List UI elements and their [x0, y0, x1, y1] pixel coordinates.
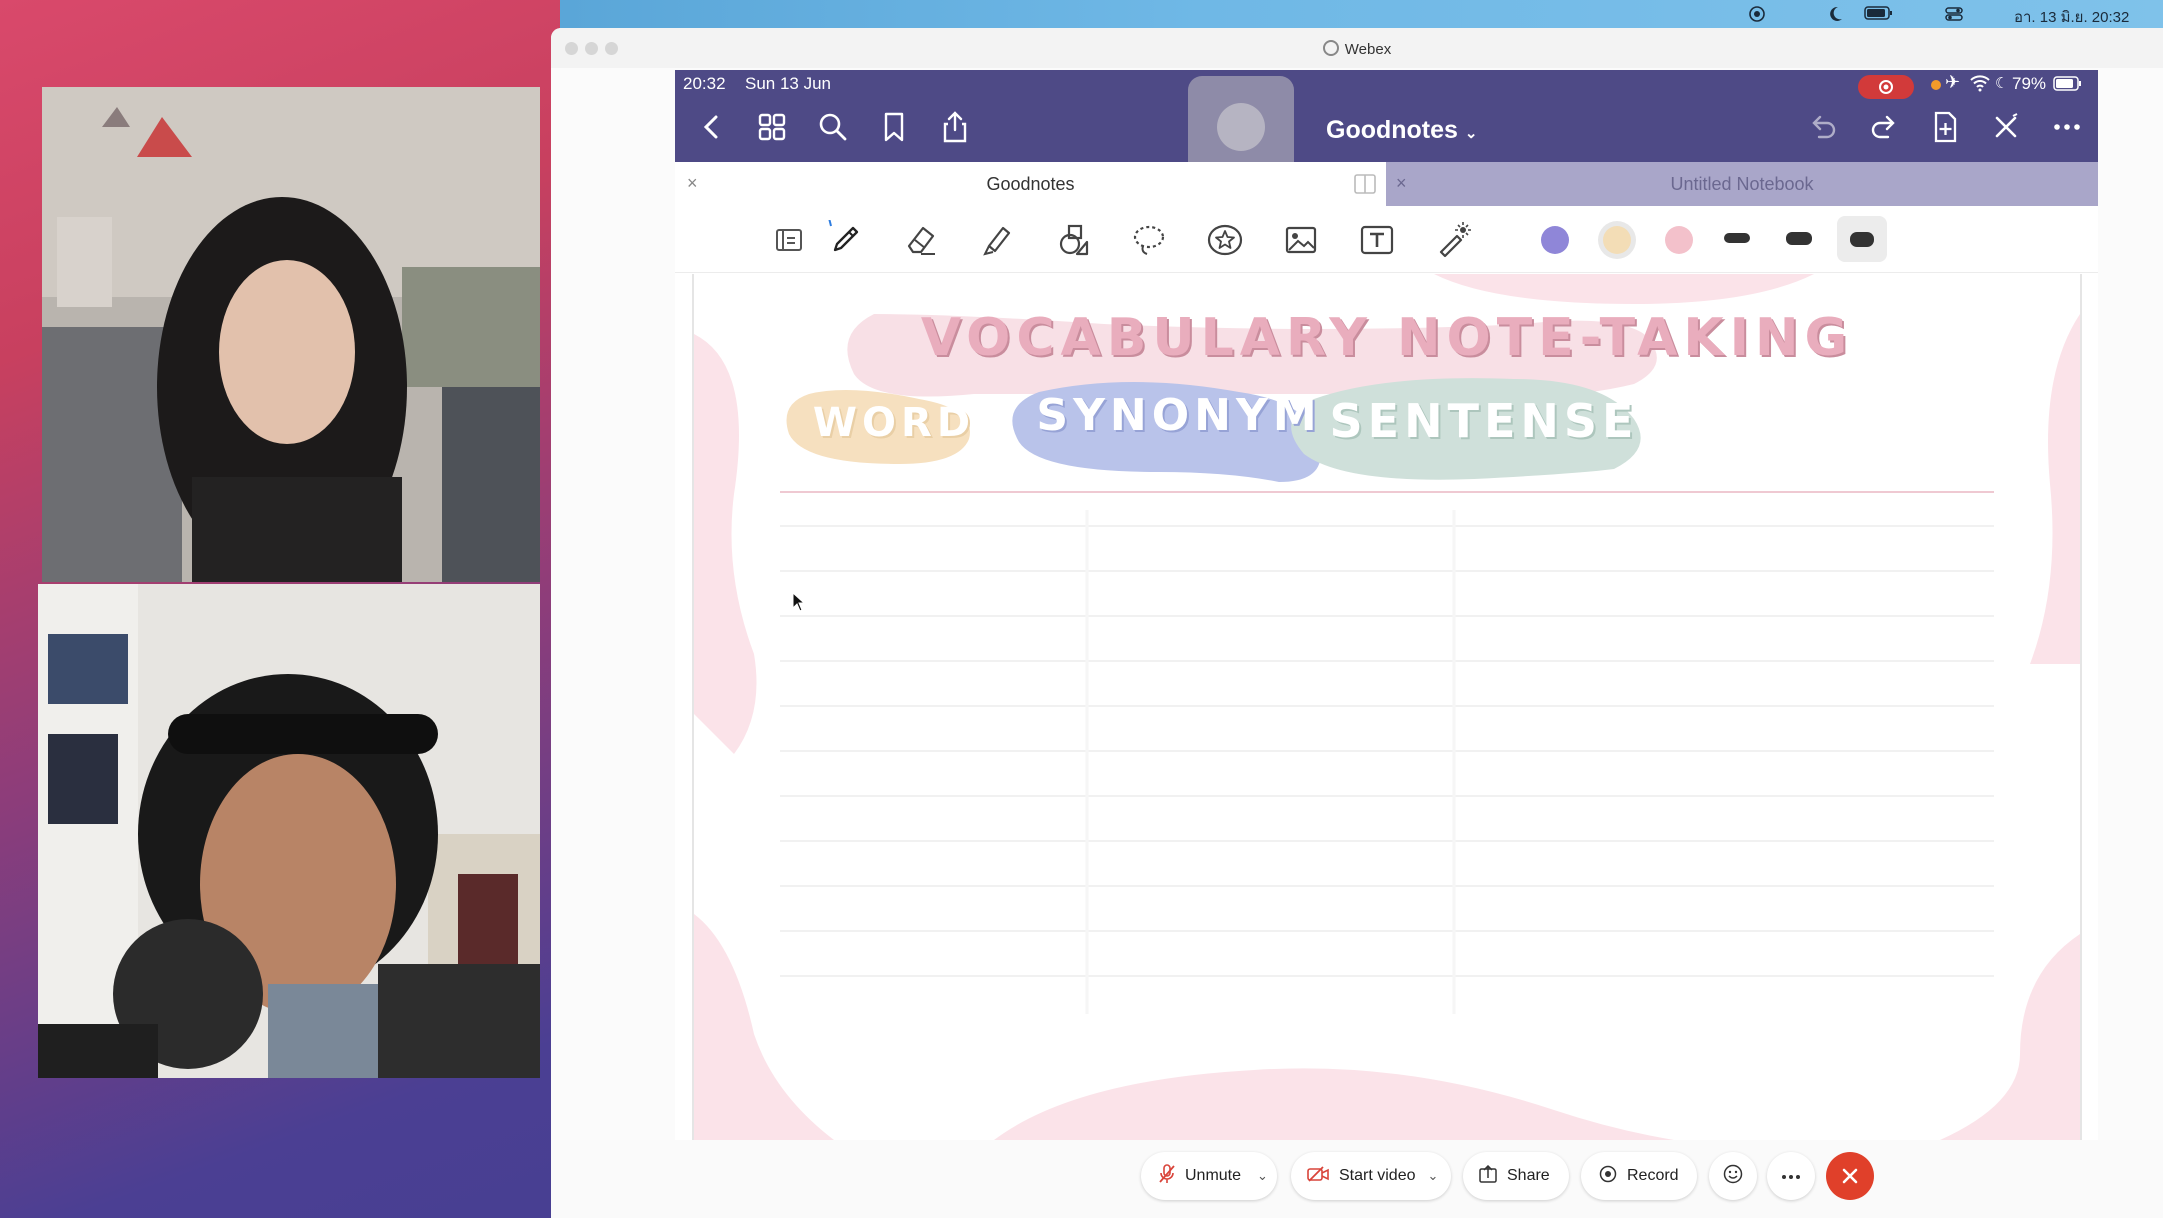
- ipad-status-time: 20:32: [683, 74, 726, 93]
- stroke-width-thick-selected[interactable]: [1837, 216, 1887, 262]
- column-header-word: WORD: [812, 400, 976, 446]
- unmute-options-chevron-icon[interactable]: ⌄: [1257, 1168, 1268, 1184]
- highlighter-tool-icon[interactable]: [977, 220, 1017, 260]
- search-icon[interactable]: [816, 110, 850, 144]
- ellipsis-icon: [1781, 1167, 1801, 1185]
- drawing-toolbar: [675, 206, 2098, 273]
- tab-untitled-notebook[interactable]: × Untitled Notebook: [1386, 162, 2098, 206]
- column-header-synonym: SYNONYM: [1036, 390, 1322, 441]
- smiley-icon: [1723, 1164, 1743, 1189]
- airplane-icon: ✈: [1945, 72, 1961, 92]
- muted-mic-icon: [1159, 1163, 1175, 1189]
- participant-1-scene: [42, 87, 540, 582]
- chevron-down-icon: ⌄: [1464, 125, 1478, 142]
- tab-goodnotes[interactable]: × Goodnotes: [675, 162, 1386, 206]
- more-options-button[interactable]: [1767, 1152, 1815, 1200]
- read-only-mode-icon[interactable]: [769, 220, 809, 260]
- unmute-label: Unmute: [1185, 1167, 1242, 1184]
- elements-sticker-icon[interactable]: [1205, 220, 1245, 260]
- stroke-width-medium[interactable]: [1786, 232, 1812, 245]
- back-chevron-icon[interactable]: [695, 110, 729, 144]
- image-tool-icon[interactable]: [1281, 220, 1321, 260]
- notebook-title-text: Goodnotes: [1326, 116, 1458, 144]
- lasso-tool-icon[interactable]: [1129, 220, 1169, 260]
- ipad-battery-icon: [2053, 76, 2083, 97]
- unmute-button[interactable]: Unmute ⌄: [1141, 1152, 1277, 1200]
- record-label: Record: [1627, 1167, 1679, 1184]
- start-video-button[interactable]: Start video ⌄: [1291, 1152, 1451, 1200]
- more-options-icon[interactable]: [2050, 110, 2084, 144]
- moon-icon[interactable]: [1826, 5, 1844, 27]
- share-export-icon[interactable]: [938, 110, 972, 144]
- notebook-tabs: × Goodnotes × Untitled Notebook: [675, 162, 2098, 206]
- notebook-page[interactable]: VOCABULARY NOTE-TAKING WORD SYNONYM SENT…: [692, 274, 2082, 1140]
- leave-meeting-button[interactable]: [1826, 1152, 1874, 1200]
- meeting-controls-bar: Unmute ⌄ Start video ⌄ Share Record: [551, 1140, 2163, 1218]
- share-screen-icon: [1479, 1164, 1497, 1188]
- pen-tool-icon[interactable]: [825, 217, 865, 260]
- undo-icon[interactable]: [1806, 110, 1840, 144]
- text-tool-icon[interactable]: [1357, 220, 1397, 260]
- window-title: Webex: [551, 40, 2163, 58]
- mouse-cursor-icon: [792, 591, 806, 617]
- control-center-icon[interactable]: [1944, 5, 1964, 27]
- ipad-status-date: Sun 13 Jun: [745, 74, 832, 93]
- color-swatch-cream-selected[interactable]: [1597, 220, 1637, 260]
- participant-video-2[interactable]: [38, 584, 540, 1078]
- tab-goodnotes-label: Goodnotes: [986, 174, 1075, 194]
- reactions-button[interactable]: [1709, 1152, 1757, 1200]
- shape-tool-icon[interactable]: [1053, 220, 1093, 260]
- screen-record-icon[interactable]: [1748, 5, 1766, 27]
- menu-bar: อา. 13 มิ.ย. 20:32: [0, 0, 2163, 28]
- webex-logo-icon: [1322, 40, 1339, 56]
- color-swatch-pink[interactable]: [1665, 226, 1693, 254]
- ipad-battery-percent: 79%: [2012, 74, 2047, 93]
- stroke-width-thin[interactable]: [1724, 233, 1750, 243]
- shared-screen-ipad: 20:32 Sun 13 Jun ✈ ☾ 79% Goodnotes ⌄ × G…: [675, 70, 2098, 1140]
- record-icon: [1599, 1165, 1617, 1188]
- wifi-icon: [1969, 74, 1991, 97]
- page-title: VOCABULARY NOTE-TAKING: [920, 308, 1854, 368]
- mic-in-use-dot: [1931, 80, 1941, 90]
- close-editing-icon[interactable]: [1989, 110, 2023, 144]
- grid-thumbnails-icon[interactable]: [755, 110, 789, 144]
- participant-video-1[interactable]: [42, 87, 540, 582]
- dnd-moon-icon: ☾: [1995, 75, 2009, 92]
- menubar-clock[interactable]: อา. 13 มิ.ย. 20:32: [2014, 5, 2129, 29]
- split-view-icon[interactable]: [1353, 172, 1377, 201]
- video-options-chevron-icon[interactable]: ⌄: [1427, 1168, 1438, 1184]
- tab-untitled-label: Untitled Notebook: [1670, 174, 1814, 194]
- video-off-icon: [1307, 1165, 1329, 1187]
- window-titlebar: Webex: [551, 28, 2163, 68]
- close-icon: [1842, 1168, 1858, 1184]
- record-button[interactable]: Record: [1581, 1152, 1697, 1200]
- add-page-icon[interactable]: [1928, 110, 1962, 144]
- participant-2-scene: [38, 584, 540, 1078]
- eraser-tool-icon[interactable]: [901, 220, 941, 260]
- battery-icon[interactable]: [1864, 5, 1894, 25]
- screen-recording-indicator[interactable]: [1858, 75, 1914, 99]
- laser-pointer-icon[interactable]: [1433, 220, 1473, 260]
- color-swatch-purple[interactable]: [1541, 226, 1569, 254]
- start-video-label: Start video: [1339, 1167, 1416, 1184]
- notebook-title[interactable]: Goodnotes ⌄: [1326, 116, 1477, 145]
- share-label: Share: [1507, 1167, 1550, 1184]
- column-header-sentence: SENTENSE: [1329, 394, 1639, 448]
- goodnotes-navbar: 20:32 Sun 13 Jun ✈ ☾ 79% Goodnotes ⌄: [675, 70, 2098, 178]
- bookmark-icon[interactable]: [877, 110, 911, 144]
- window-title-text: Webex: [1344, 41, 1392, 58]
- redo-icon[interactable]: [1867, 110, 1901, 144]
- share-button[interactable]: Share: [1463, 1152, 1569, 1200]
